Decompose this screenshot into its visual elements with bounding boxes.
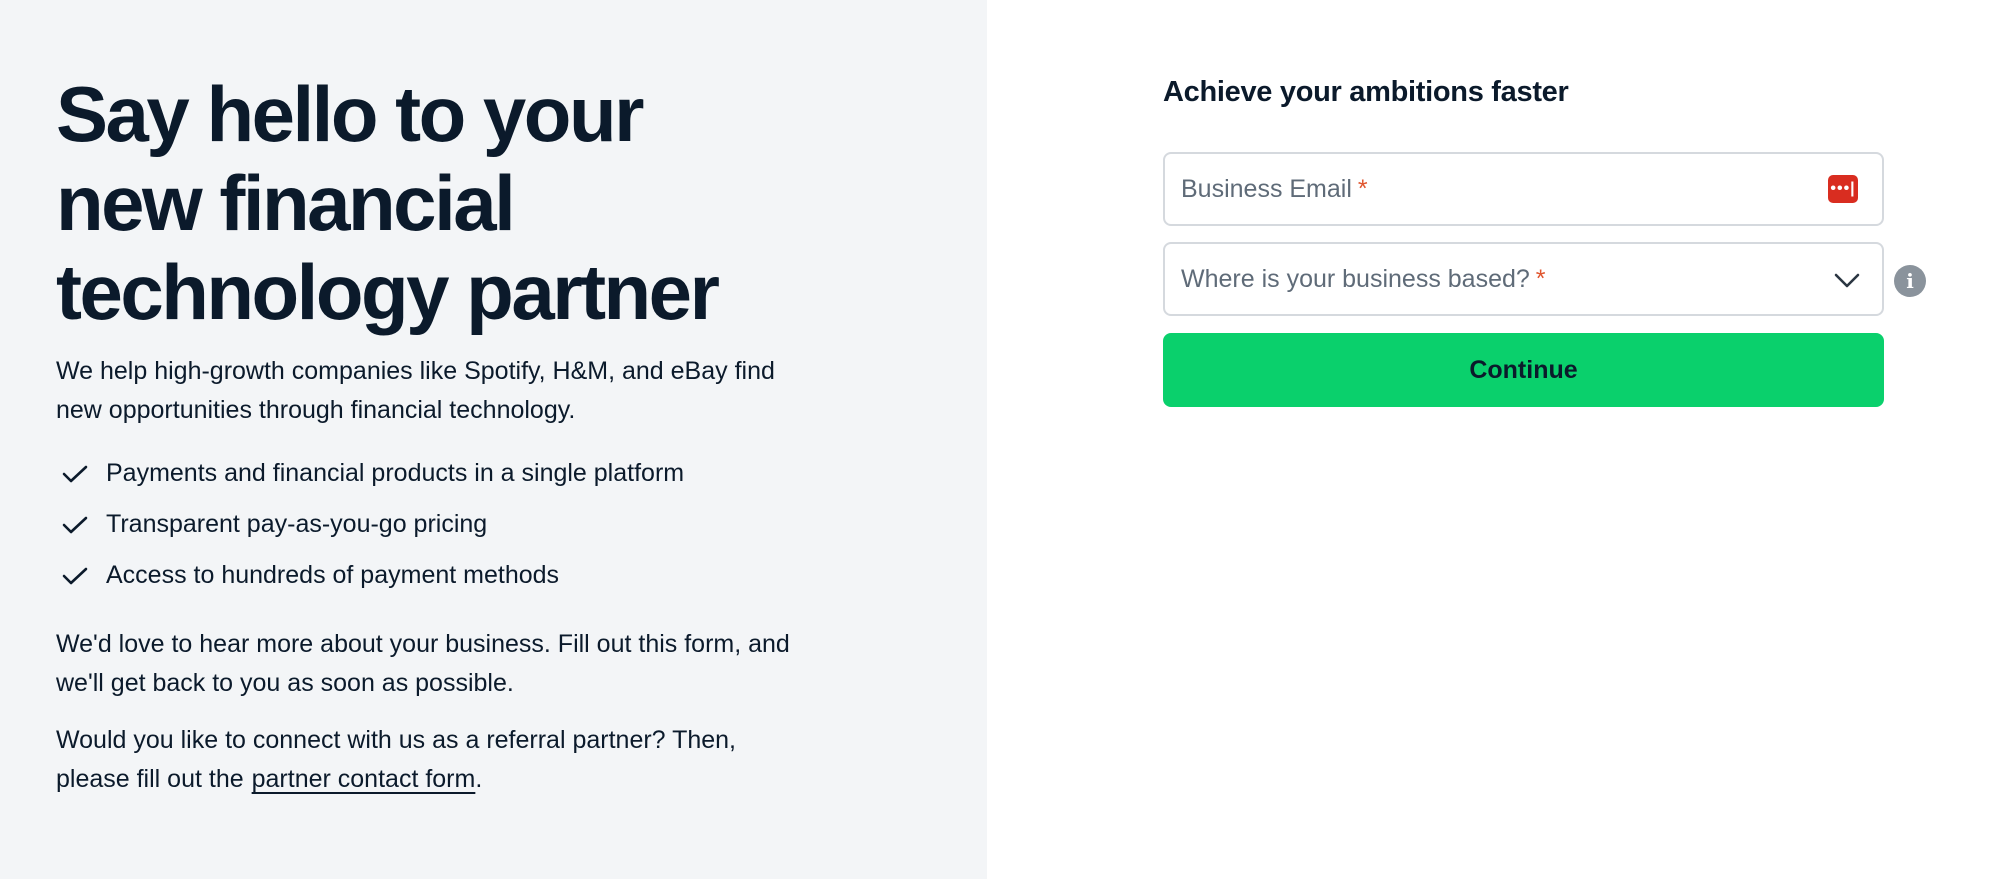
hero-title: Say hello to your new financial technolo…: [56, 70, 720, 336]
marketing-panel: Say hello to your new financial technolo…: [0, 0, 987, 879]
check-icon: [60, 561, 90, 591]
referral-suffix: .: [475, 765, 483, 793]
referral-paragraph: Would you like to connect with us as a r…: [56, 721, 816, 799]
business-email-field[interactable]: Business Email * •••|: [1163, 152, 1884, 226]
feature-item: Payments and financial products in a sin…: [56, 448, 684, 499]
partner-contact-form-link[interactable]: partner contact form: [252, 765, 476, 793]
business-location-placeholder: Where is your business based? *: [1181, 264, 1546, 293]
business-email-placeholder: Business Email *: [1181, 174, 1368, 203]
business-location-select[interactable]: Where is your business based? *: [1163, 242, 1884, 316]
chevron-down-icon: [1832, 268, 1862, 292]
feature-label: Access to hundreds of payment methods: [106, 561, 560, 589]
password-manager-icon[interactable]: •••|: [1828, 175, 1858, 203]
feature-list: Payments and financial products in a sin…: [56, 448, 684, 601]
continue-button[interactable]: Continue: [1163, 333, 1884, 407]
info-icon[interactable]: i: [1894, 265, 1926, 297]
required-marker: *: [1357, 174, 1368, 203]
form-title: Achieve your ambitions faster: [1163, 76, 1569, 108]
feature-item: Access to hundreds of payment methods: [56, 550, 684, 601]
feature-label: Payments and financial products in a sin…: [106, 459, 685, 487]
check-icon: [60, 510, 90, 540]
business-paragraph: We'd love to hear more about your busine…: [56, 630, 790, 697]
form-panel: [987, 0, 2000, 879]
feature-label: Transparent pay-as-you-go pricing: [106, 510, 488, 538]
feature-item: Transparent pay-as-you-go pricing: [56, 499, 684, 550]
required-marker: *: [1535, 264, 1546, 293]
intro-text: We help high-growth companies like Spoti…: [56, 357, 775, 424]
check-icon: [60, 459, 90, 489]
